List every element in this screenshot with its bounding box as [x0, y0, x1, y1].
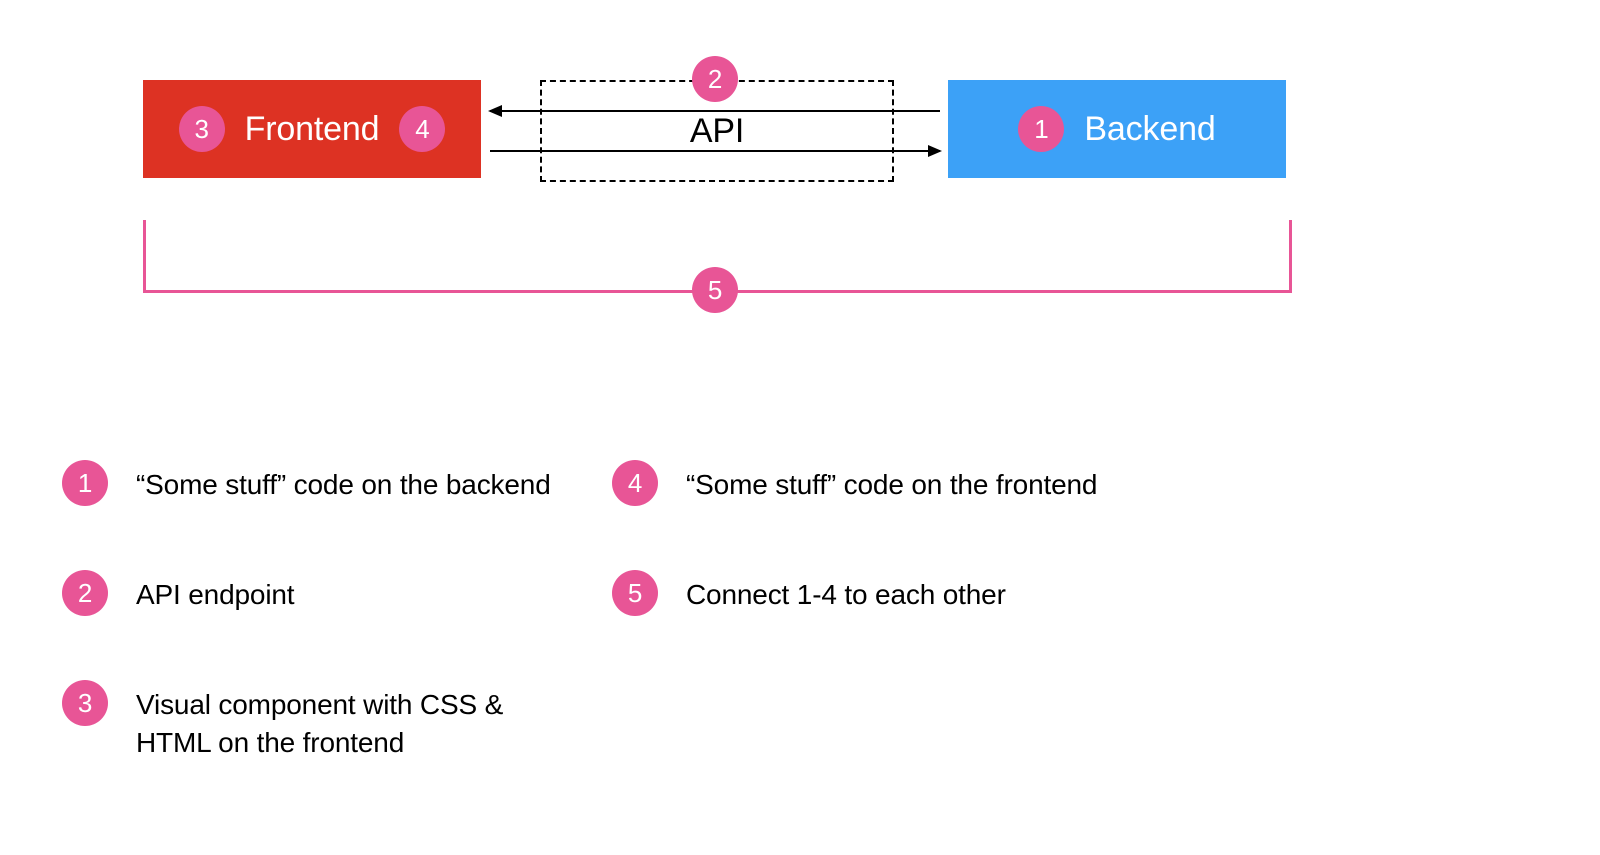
- legend-item-4: 4 “Some stuff” code on the frontend: [612, 460, 1097, 506]
- legend-badge-5-icon: 5: [612, 570, 658, 616]
- legend-item-2: 2 API endpoint: [62, 570, 294, 616]
- legend-text-2: API endpoint: [136, 570, 294, 614]
- badge-5-icon: 5: [692, 267, 738, 313]
- arrow-left-icon: [490, 110, 940, 112]
- diagram-stage: 3 Frontend 4 API 1 Backend 2 5 1 “Some s…: [0, 0, 1600, 855]
- legend-item-5: 5 Connect 1-4 to each other: [612, 570, 1006, 616]
- badge-1-icon: 1: [1018, 106, 1064, 152]
- legend-badge-3-icon: 3: [62, 680, 108, 726]
- badge-3-icon: 3: [179, 106, 225, 152]
- legend-badge-1-icon: 1: [62, 460, 108, 506]
- api-label: API: [690, 112, 744, 151]
- frontend-box: 3 Frontend 4: [143, 80, 481, 178]
- legend-text-1: “Some stuff” code on the backend: [136, 460, 551, 504]
- legend-item-1: 1 “Some stuff” code on the backend: [62, 460, 551, 506]
- backend-label: Backend: [1084, 110, 1215, 149]
- legend-item-3: 3 Visual component with CSS & HTML on th…: [62, 680, 576, 762]
- legend-text-4: “Some stuff” code on the frontend: [686, 460, 1097, 504]
- badge-4-icon: 4: [399, 106, 445, 152]
- legend-text-3: Visual component with CSS & HTML on the …: [136, 680, 576, 762]
- badge-2-icon: 2: [692, 56, 738, 102]
- backend-box: 1 Backend: [948, 80, 1286, 178]
- legend-text-5: Connect 1-4 to each other: [686, 570, 1006, 614]
- frontend-label: Frontend: [245, 110, 380, 149]
- arrow-right-icon: [490, 150, 940, 152]
- legend-badge-2-icon: 2: [62, 570, 108, 616]
- legend-badge-4-icon: 4: [612, 460, 658, 506]
